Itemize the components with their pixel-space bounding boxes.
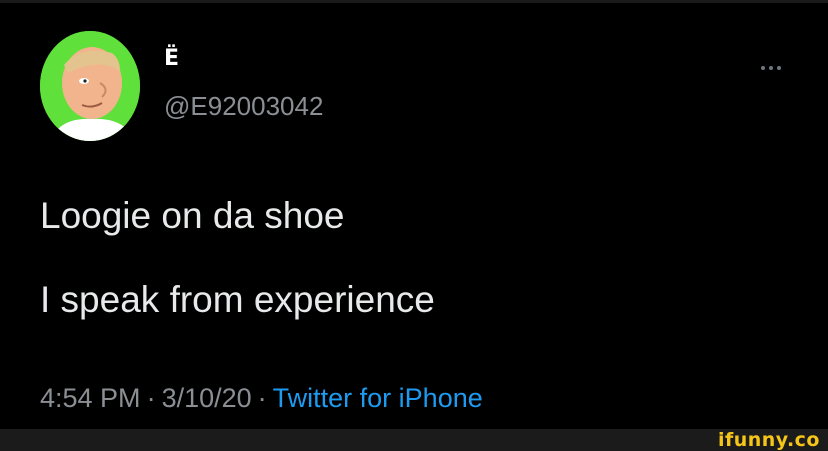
tweet-date[interactable]: 3/10/20	[162, 383, 252, 413]
avatar[interactable]	[40, 31, 140, 141]
tweet-time[interactable]: 4:54 PM	[40, 383, 141, 413]
user-handle[interactable]: @E92003042	[164, 91, 323, 121]
more-horizontal-icon	[761, 66, 765, 70]
ifunny-watermark: ifunny.co	[717, 429, 820, 451]
cartoon-face-icon	[40, 31, 140, 141]
tweet-text-line: Loogie on da shoe	[40, 195, 345, 236]
more-options-button[interactable]	[748, 57, 794, 79]
tweet-text-line: I speak from experience	[40, 279, 435, 320]
tweet-source-link[interactable]: Twitter for iPhone	[273, 383, 483, 413]
tweet-card: Ë @E92003042 Loogie on da shoe I speak f…	[0, 3, 828, 429]
footer-bar: ifunny.co	[0, 429, 828, 451]
more-horizontal-icon	[769, 66, 773, 70]
meta-separator: ·	[146, 383, 156, 413]
meta-separator: ·	[257, 383, 267, 413]
display-name[interactable]: Ë	[164, 37, 180, 81]
tweet-meta: 4:54 PM · 3/10/20 · Twitter for iPhone	[40, 381, 483, 415]
more-horizontal-icon	[777, 66, 781, 70]
